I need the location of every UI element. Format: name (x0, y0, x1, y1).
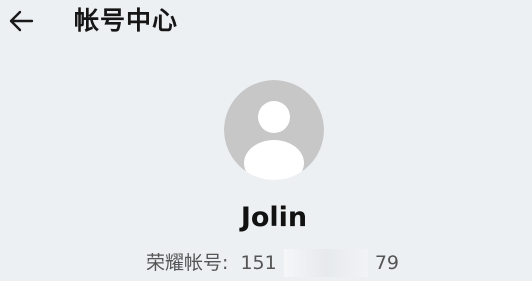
account-prefix: 151 (240, 251, 277, 274)
account-id-row: 荣耀帐号: 151 79 (0, 248, 532, 277)
account-label: 荣耀帐号: (146, 251, 229, 274)
back-button[interactable] (4, 4, 38, 38)
account-masked-block (283, 248, 368, 277)
default-user-avatar-icon (224, 80, 324, 180)
arrow-left-icon (9, 10, 34, 32)
top-bar: 帐号中心 (0, 0, 532, 48)
user-name: Jolin (240, 202, 308, 233)
account-suffix: 79 (374, 251, 399, 274)
avatar[interactable] (224, 80, 324, 180)
page-title: 帐号中心 (74, 6, 179, 35)
